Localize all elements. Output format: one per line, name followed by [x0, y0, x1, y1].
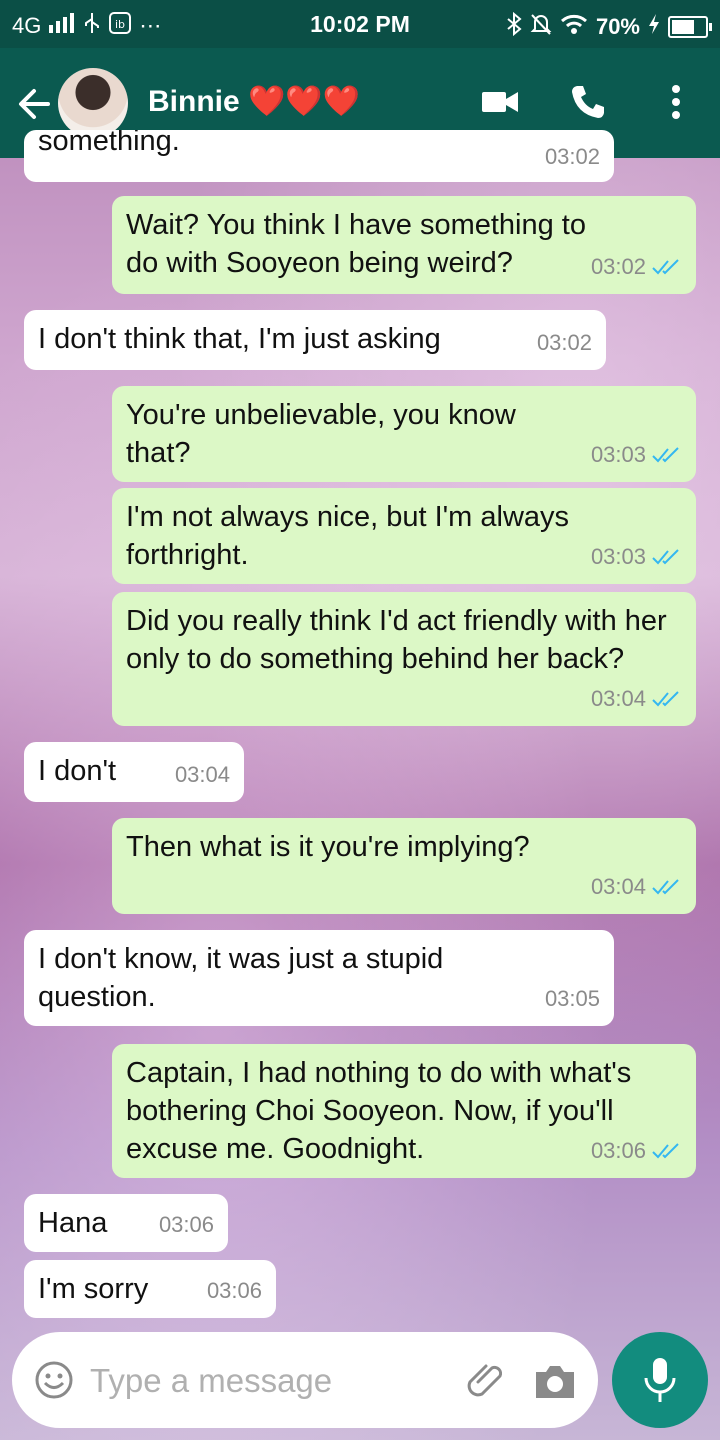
microphone-button[interactable]	[612, 1332, 708, 1428]
status-bar: 4G ib ⋯ 10:02 PM 70%	[0, 0, 720, 48]
phone-icon[interactable]	[568, 82, 608, 127]
message-time: 03:06	[206, 1278, 262, 1303]
back-arrow-icon[interactable]	[14, 84, 54, 124]
microphone-icon	[642, 1356, 678, 1409]
mute-icon	[530, 12, 552, 42]
message-time: 03:04	[590, 874, 646, 899]
contact-name[interactable]: Binnie ❤️❤️❤️	[148, 84, 360, 119]
more-vert-icon[interactable]	[662, 82, 690, 127]
message-text: You're unbelievable, you know that?	[126, 399, 516, 469]
message-text: Did you really think I'd act friendly wi…	[126, 605, 667, 675]
wifi-icon	[560, 13, 588, 41]
message-bubble-outgoing[interactable]: Wait? You think I have something to do w…	[112, 196, 696, 294]
emoji-icon[interactable]	[34, 1360, 74, 1400]
message-time: 03:02	[590, 254, 646, 279]
message-text: I don't think that, I'm just asking	[38, 323, 441, 355]
message-time: 03:02	[544, 144, 600, 169]
bluetooth-icon	[506, 11, 522, 42]
message-input[interactable]: Type a message	[90, 1362, 332, 1400]
message-text: I don't know, it was just a stupid quest…	[38, 943, 444, 1013]
message-text: something.	[38, 130, 180, 157]
battery-icon	[668, 16, 712, 38]
message-text: I'm not always nice, but I'm always fort…	[126, 501, 570, 571]
message-bubble-incoming[interactable]: Hana 03:06	[24, 1194, 228, 1252]
message-time: 03:06	[590, 1138, 646, 1163]
message-time: 03:04	[590, 686, 646, 711]
message-time: 03:03	[590, 442, 646, 467]
attachment-icon[interactable]	[464, 1358, 508, 1402]
read-ticks-icon	[652, 1143, 679, 1159]
message-time: 03:02	[536, 330, 592, 355]
message-text: Then what is it you're implying?	[126, 831, 530, 863]
video-call-icon[interactable]	[480, 82, 520, 127]
message-bubble-incoming[interactable]: something. 03:02	[24, 130, 614, 182]
read-ticks-icon	[652, 879, 679, 895]
avatar[interactable]	[58, 68, 128, 138]
message-bubble-outgoing[interactable]: Then what is it you're implying? 03:04	[112, 818, 696, 914]
charging-icon	[648, 13, 660, 41]
message-bubble-incoming[interactable]: I'm sorry 03:06	[24, 1260, 276, 1318]
message-time: 03:03	[590, 544, 646, 569]
message-time: 03:05	[544, 986, 600, 1011]
read-ticks-icon	[652, 259, 679, 275]
message-bubble-outgoing[interactable]: Captain, I had nothing to do with what's…	[112, 1044, 696, 1178]
read-ticks-icon	[652, 691, 679, 707]
message-bubble-incoming[interactable]: I don't know, it was just a stupid quest…	[24, 930, 614, 1026]
message-time: 03:06	[158, 1212, 214, 1237]
message-bubble-outgoing[interactable]: You're unbelievable, you know that? 03:0…	[112, 386, 696, 482]
message-bubble-outgoing[interactable]: Did you really think I'd act friendly wi…	[112, 592, 696, 726]
read-ticks-icon	[652, 549, 679, 565]
battery-percent: 70%	[595, 14, 640, 39]
message-bubble-incoming[interactable]: I don't think that, I'm just asking 03:0…	[24, 310, 606, 370]
message-bubble-outgoing[interactable]: I'm not always nice, but I'm always fort…	[112, 488, 696, 584]
message-time: 03:04	[174, 762, 230, 787]
message-composer[interactable]: Type a message	[12, 1332, 598, 1428]
camera-icon[interactable]	[532, 1362, 578, 1402]
read-ticks-icon	[652, 447, 679, 463]
message-bubble-incoming[interactable]: I don't 03:04	[24, 742, 244, 802]
message-text: Wait? You think I have something to do w…	[126, 209, 586, 279]
